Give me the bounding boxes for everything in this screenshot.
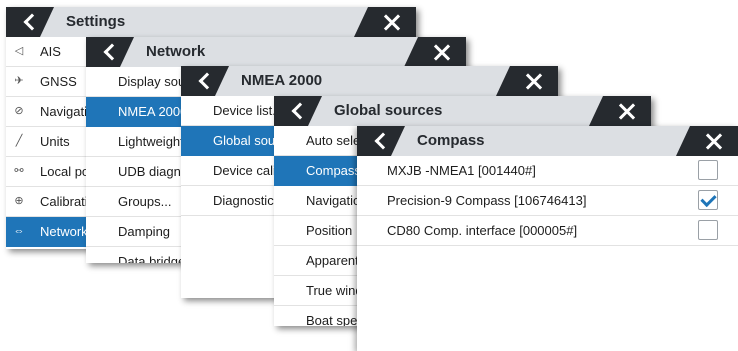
compass-source-label: CD80 Comp. interface [000005#] — [387, 223, 578, 238]
settings-item-gnss-label: GNSS — [40, 74, 77, 89]
ruler-icon: ╱ — [15, 134, 23, 147]
nmea2000-titlebar: NMEA 2000 — [181, 66, 558, 96]
network-item-1-label: NMEA 2000 — [118, 104, 188, 119]
nmea2000-item-0-label: Device list... — [213, 103, 284, 118]
settings-item-ais-label: AIS — [40, 44, 61, 59]
network-back-button[interactable] — [86, 37, 134, 67]
global-sources-title: Global sources — [334, 102, 443, 119]
global-sources-close-button[interactable] — [589, 96, 651, 126]
compass-source-label: MXJB -NMEA1 [001440#] — [387, 163, 536, 178]
network-item-5-label: Damping — [118, 224, 171, 239]
network-item-4-label: Groups... — [118, 194, 172, 209]
nmea2000-title: NMEA 2000 — [241, 72, 323, 89]
nmea2000-back-button[interactable] — [181, 66, 229, 96]
global-sources-item-3-label: Position — [306, 223, 353, 238]
network-item-2-label: Lightweight — [118, 134, 184, 149]
compass-panel: Compass MXJB -NMEA1 [001440#] Precision-9… — [357, 126, 738, 351]
network-item-6-label: Data bridge — [118, 254, 186, 263]
settings-item-network-label: Network — [40, 224, 88, 239]
satellite-icon: ✈ — [14, 74, 24, 87]
network-settings-icon: ⇔ — [13, 224, 25, 237]
network-title: Network — [146, 43, 206, 60]
ais-icon: ◁ — [14, 44, 24, 57]
compass-back-button[interactable] — [357, 126, 405, 156]
compass-titlebar: Compass — [357, 126, 738, 156]
compass-source-checkbox[interactable] — [698, 220, 718, 240]
global-sources-item-1-label: Compass — [306, 163, 361, 178]
compass-source-checkbox[interactable] — [698, 160, 718, 180]
network-titlebar: Network — [86, 37, 466, 67]
compass-source-row[interactable]: Precision-9 Compass [106746413] — [357, 186, 738, 216]
global-sources-titlebar: Global sources — [274, 96, 651, 126]
compass-source-row[interactable]: CD80 Comp. interface [000005#] — [357, 216, 738, 246]
compass-source-checkbox[interactable] — [698, 190, 718, 210]
compass-source-row[interactable]: MXJB -NMEA1 [001440#] — [357, 156, 738, 186]
settings-title: Settings — [66, 13, 126, 30]
settings-close-button[interactable] — [354, 7, 416, 37]
network-close-button[interactable] — [404, 37, 466, 67]
global-sources-back-button[interactable] — [274, 96, 322, 126]
global-sources-item-5-label: True wind — [306, 283, 363, 298]
calibration-icon: ⊕ — [14, 194, 24, 207]
compass-close-button[interactable] — [676, 126, 738, 156]
navigation-icon: ⊘ — [14, 104, 24, 117]
compass-source-label: Precision-9 Compass [106746413] — [387, 193, 587, 208]
nmea2000-close-button[interactable] — [496, 66, 558, 96]
compass-title: Compass — [417, 132, 485, 149]
settings-back-button[interactable] — [6, 7, 54, 37]
compass-source-list: MXJB -NMEA1 [001440#] Precision-9 Compass… — [357, 156, 738, 246]
settings-item-units-label: Units — [40, 134, 70, 149]
nmea2000-item-3-label: Diagnostics — [213, 193, 281, 208]
settings-titlebar: Settings — [6, 7, 416, 37]
network-icon: ⚯ — [14, 164, 24, 177]
